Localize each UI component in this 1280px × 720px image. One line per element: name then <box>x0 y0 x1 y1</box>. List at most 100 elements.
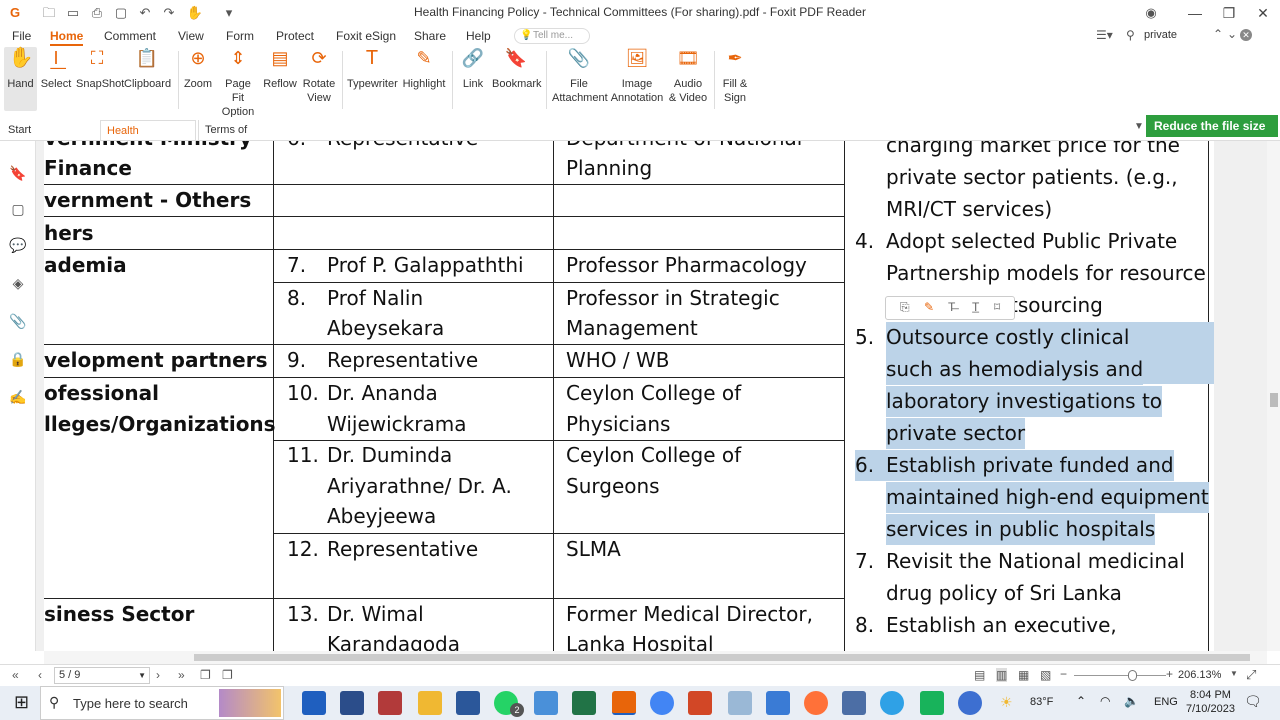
volume-icon[interactable]: 🔈 <box>1124 694 1139 708</box>
maximize-button[interactable]: ❐ <box>1214 3 1244 23</box>
wifi-icon[interactable]: ◠ <box>1100 694 1110 708</box>
reflow-button[interactable]: ▤ Reflow <box>263 47 297 111</box>
fill-sign-button[interactable]: ✒ Fill & Sign <box>719 47 751 111</box>
edge-icon[interactable] <box>880 691 904 715</box>
zoom-out-icon[interactable]: − <box>1060 667 1067 681</box>
close-button[interactable]: ✕ <box>1248 3 1278 23</box>
zoom-level[interactable]: 206.13% <box>1178 669 1221 681</box>
tab-start[interactable]: Start <box>2 120 98 140</box>
last-page-icon[interactable]: » <box>178 668 185 682</box>
bookmark-icon[interactable]: ⌑ <box>994 300 1000 314</box>
link-button[interactable]: 🔗 Link <box>460 47 486 111</box>
menu-view[interactable]: View <box>178 29 204 43</box>
menu-home[interactable]: Home <box>50 29 84 46</box>
attachments-panel-icon[interactable]: 📎 <box>9 313 27 331</box>
menu-share[interactable]: Share <box>414 29 446 43</box>
highlight-icon[interactable]: ✎ <box>924 300 934 314</box>
temperature[interactable]: 83°F <box>1030 696 1053 708</box>
highlight-button[interactable]: ✎ Highlight <box>401 47 447 111</box>
language-indicator[interactable]: ENG <box>1154 696 1178 708</box>
facing-view-icon[interactable]: ▦ <box>1018 668 1029 682</box>
tab-list-icon[interactable]: ▼ <box>1134 121 1144 132</box>
image-annotation-button[interactable]: 🖼 Image Annotation <box>610 47 664 111</box>
firefox-icon[interactable] <box>804 691 828 715</box>
minimize-button[interactable]: — <box>1180 3 1210 23</box>
clock-date[interactable]: 7/10/2023 <box>1186 703 1235 715</box>
search-options-icon[interactable]: ☰▾ <box>1096 28 1113 42</box>
menu-comment[interactable]: Comment <box>104 29 156 43</box>
chrome-icon[interactable] <box>650 691 674 715</box>
zoom-dropdown-icon[interactable]: ▼ <box>1230 669 1238 678</box>
typewriter-button[interactable]: T Typewriter <box>347 47 398 111</box>
zoom-slider-track[interactable] <box>1074 675 1166 676</box>
next-page-icon[interactable]: › <box>156 668 160 682</box>
zoom-slider-thumb[interactable] <box>1128 670 1137 681</box>
previous-page-icon[interactable]: ‹ <box>38 668 42 682</box>
hand-button[interactable]: ✋ Hand <box>4 47 37 111</box>
zoom-button[interactable]: ⊕ Zoom <box>183 47 213 111</box>
audio-video-button[interactable]: 🎞 Audio & Video <box>668 47 708 111</box>
underline-icon[interactable]: T̲ <box>972 300 979 314</box>
menu-help[interactable]: Help <box>466 29 491 43</box>
search-next-icon[interactable]: ⌄ <box>1227 27 1237 41</box>
task-view-icon[interactable] <box>302 691 326 715</box>
menu-protect[interactable]: Protect <box>276 29 314 43</box>
layers-panel-icon[interactable]: ◈ <box>9 275 27 293</box>
powerpoint-icon[interactable] <box>688 691 712 715</box>
app-icon[interactable] <box>340 691 364 715</box>
clipboard-button[interactable]: 📋 Clipboard <box>124 47 171 111</box>
snapshot-button[interactable]: ⛶ SnapShot <box>76 47 124 111</box>
copy-icon[interactable]: ⎘ <box>900 300 910 315</box>
two-page-icon[interactable]: ❐ <box>222 668 233 682</box>
windows-start-icon[interactable]: ⊞ <box>14 692 29 713</box>
cover-view-icon[interactable]: ▧ <box>1040 668 1051 682</box>
horizontal-scrollbar[interactable] <box>44 651 1267 664</box>
strikeout-icon[interactable]: T̶ <box>948 300 955 314</box>
taskbar-search-box[interactable]: ⚲ Type here to search <box>40 686 284 720</box>
hscroll-thumb[interactable] <box>194 654 1250 661</box>
app-icon[interactable] <box>728 691 752 715</box>
bookmark-button[interactable]: 🔖 Bookmark <box>492 47 542 111</box>
file-explorer-icon[interactable] <box>418 691 442 715</box>
app-icon[interactable] <box>766 691 790 715</box>
file-attachment-button[interactable]: 📎 File Attachment <box>552 47 608 111</box>
pages-panel-icon[interactable]: ▢ <box>9 201 27 219</box>
app-icon[interactable] <box>958 691 982 715</box>
page-fit-button[interactable]: ⇕ Page Fit Option <box>218 47 258 118</box>
document-view[interactable]: vernment Ministry Finance 6. Representat… <box>36 141 1267 651</box>
scroll-thumb[interactable] <box>1270 393 1278 407</box>
tab-terms[interactable]: Terms of Reference <box>198 120 294 156</box>
app-icon[interactable] <box>920 691 944 715</box>
foxit-taskbar-icon[interactable] <box>612 691 636 715</box>
search-input[interactable]: private <box>1144 29 1212 41</box>
security-panel-icon[interactable]: 🔒 <box>9 351 27 369</box>
signature-panel-icon[interactable]: ✍ <box>9 389 27 407</box>
page-number-input[interactable]: 5 / 9 ▼ <box>54 667 150 684</box>
app-icon[interactable] <box>378 691 402 715</box>
single-view-icon[interactable]: ❐ <box>200 668 211 682</box>
account-icon[interactable]: ◉ <box>1142 4 1160 22</box>
search-prev-icon[interactable]: ⌃ <box>1213 27 1223 41</box>
rotate-view-button[interactable]: ⟳ Rotate View <box>301 47 337 111</box>
fullscreen-icon[interactable]: ⤢ <box>1246 667 1256 683</box>
first-page-icon[interactable]: « <box>12 668 19 682</box>
clear-search-icon[interactable]: ✕ <box>1240 29 1252 41</box>
tab-document[interactable]: Health Financin... ✕ <box>100 120 196 157</box>
tray-chevron-icon[interactable]: ⌃ <box>1076 694 1086 708</box>
menu-foxit-esign[interactable]: Foxit eSign <box>336 29 396 43</box>
menu-form[interactable]: Form <box>226 29 254 43</box>
comments-panel-icon[interactable]: 💬 <box>9 237 27 255</box>
select-button[interactable]: I͟ Select <box>40 47 72 111</box>
app-icon[interactable] <box>534 691 558 715</box>
menu-file[interactable]: File <box>12 29 31 43</box>
reduce-file-size-button[interactable]: Reduce the file size <box>1146 115 1278 137</box>
clock-time[interactable]: 8:04 PM <box>1190 689 1231 701</box>
vertical-scrollbar[interactable] <box>1267 141 1280 651</box>
zoom-in-icon[interactable]: + <box>1166 667 1173 681</box>
continuous-view-icon[interactable]: ▥ <box>996 668 1008 682</box>
single-page-view-icon[interactable]: ▤ <box>974 668 985 682</box>
bookmarks-panel-icon[interactable]: 🔖 <box>9 165 27 183</box>
notifications-icon[interactable]: 🗨 <box>1244 693 1262 710</box>
app-icon[interactable] <box>842 691 866 715</box>
excel-icon[interactable] <box>572 691 596 715</box>
